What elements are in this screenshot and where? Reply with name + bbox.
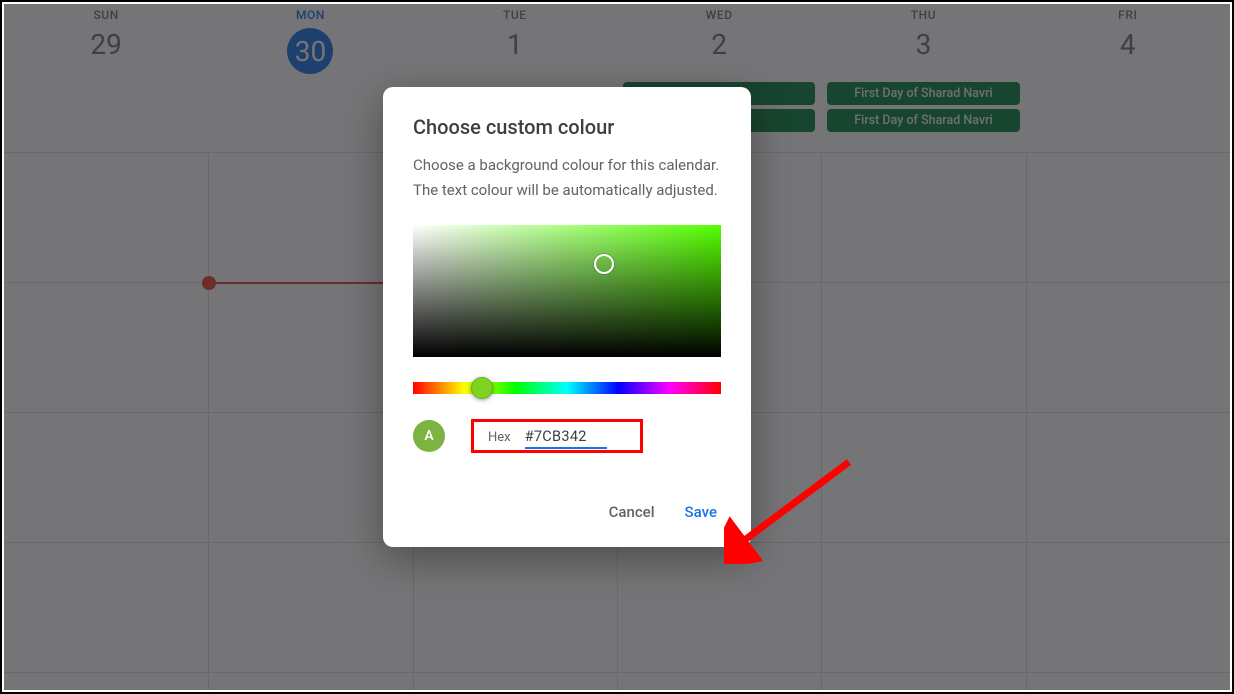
hex-input[interactable] xyxy=(525,428,607,449)
color-preview-chip: A xyxy=(413,420,445,452)
dialog-description: Choose a background colour for this cale… xyxy=(413,153,721,203)
hue-slider-handle-icon[interactable] xyxy=(471,377,493,399)
sv-picker-handle-icon[interactable] xyxy=(594,254,614,274)
cancel-button[interactable]: Cancel xyxy=(605,497,659,527)
saturation-value-picker[interactable] xyxy=(413,225,721,357)
hex-field-label: Hex xyxy=(488,430,511,445)
save-button[interactable]: Save xyxy=(681,497,721,527)
hue-track[interactable] xyxy=(413,382,721,394)
dialog-actions: Cancel Save xyxy=(413,497,721,527)
hex-input-highlight: Hex xyxy=(471,419,643,453)
hue-slider[interactable] xyxy=(413,379,721,397)
custom-color-dialog: Choose custom colour Choose a background… xyxy=(383,87,751,547)
dialog-title: Choose custom colour xyxy=(413,115,721,139)
